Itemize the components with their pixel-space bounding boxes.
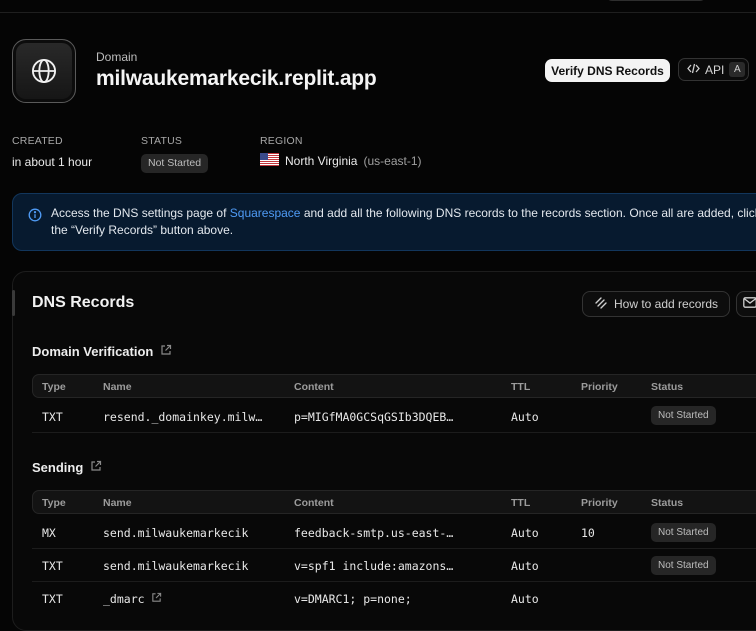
how-to-add-records-label: How to add records <box>614 297 719 311</box>
banner-message-line2: the “Verify Records” button above. <box>51 222 234 237</box>
sending-row1-content[interactable]: feedback-smtp.us-east-… <box>294 526 453 540</box>
sending-row2-name[interactable]: send.milwaukemarkecik <box>103 559 248 573</box>
api-shortcut-key: A <box>729 62 746 77</box>
dns-records-panel <box>12 271 756 631</box>
sending-row2-status-badge: Not Started <box>651 556 716 575</box>
sending-row1-status-badge: Not Started <box>651 523 716 542</box>
sending-row3-ttl: Auto <box>511 592 539 606</box>
dv-row1-content[interactable]: p=MIGfMA0GCSqGSIb3DQEB… <box>294 410 453 424</box>
dv-row1-name[interactable]: resend._domainkey.milw… <box>103 410 262 424</box>
how-to-add-records-button[interactable]: How to add records <box>582 291 730 317</box>
col-content: Content <box>294 497 334 509</box>
dv-row1-ttl: Auto <box>511 410 539 424</box>
sending-row1-type: MX <box>42 526 56 540</box>
col-type: Type <box>42 381 66 393</box>
col-status: Status <box>651 381 684 393</box>
external-link-icon[interactable] <box>90 460 102 475</box>
squarespace-logo-icon <box>594 296 607 312</box>
page-eyebrow: Domain <box>96 50 138 64</box>
sending-row3-type: TXT <box>42 592 63 606</box>
mail-icon <box>743 295 756 313</box>
col-content: Content <box>294 381 334 393</box>
verify-dns-records-button[interactable]: Verify DNS Records <box>545 59 670 82</box>
region-code: (us-east-1) <box>363 154 422 168</box>
sending-row3-name[interactable]: _dmarc <box>103 592 162 606</box>
row-divider <box>32 548 756 549</box>
col-priority: Priority <box>581 497 618 509</box>
top-divider <box>0 12 756 13</box>
info-icon <box>28 208 42 227</box>
col-status: Status <box>651 497 684 509</box>
row-divider <box>32 432 756 433</box>
squarespace-link[interactable]: Squarespace <box>230 206 301 220</box>
sending-row2-ttl: Auto <box>511 559 539 573</box>
table-header <box>32 490 756 514</box>
col-priority: Priority <box>581 381 618 393</box>
dns-records-title: DNS Records <box>32 294 135 311</box>
region-label: REGION <box>260 135 303 147</box>
table-header <box>32 374 756 398</box>
api-button-label: API <box>705 62 725 77</box>
sending-row2-type: TXT <box>42 559 63 573</box>
us-flag-icon <box>260 153 279 169</box>
dv-row1-type: TXT <box>42 410 63 424</box>
col-ttl: TTL <box>511 497 531 509</box>
sending-row1-name[interactable]: send.milwaukemarkecik <box>103 526 248 540</box>
external-link-icon[interactable] <box>151 592 162 606</box>
top-button-edge[interactable] <box>606 0 706 1</box>
dv-row1-status-badge: Not Started <box>651 406 716 425</box>
status-badge: Not Started <box>141 153 209 173</box>
sending-row3-content[interactable]: v=DMARC1; p=none; <box>294 592 412 606</box>
row-divider <box>32 581 756 582</box>
col-name: Name <box>103 381 132 393</box>
sending-row2-content[interactable]: v=spf1 include:amazons… <box>294 559 453 573</box>
created-value: in about 1 hour <box>12 155 93 169</box>
region-name: North Virginia <box>285 154 358 168</box>
col-name: Name <box>103 497 132 509</box>
page-title: milwaukemarkecik.replit.app <box>96 67 377 90</box>
col-ttl: TTL <box>511 381 531 393</box>
sending-row1-ttl: Auto <box>511 526 539 540</box>
api-button[interactable]: API A <box>678 58 749 81</box>
created-label: CREATED <box>12 135 63 147</box>
sending-heading: Sending <box>32 460 102 475</box>
email-instructions-button[interactable] <box>736 291 756 317</box>
region-value: North Virginia (us-east-1) <box>260 153 422 169</box>
external-link-icon[interactable] <box>160 344 172 359</box>
domain-verification-heading: Domain Verification <box>32 344 172 359</box>
status-label: STATUS <box>141 135 183 147</box>
code-icon <box>687 63 700 77</box>
panel-edge-marker <box>12 290 15 316</box>
sending-row1-priority: 10 <box>581 526 595 540</box>
col-type: Type <box>42 497 66 509</box>
banner-message: Access the DNS settings page of Squaresp… <box>51 206 756 237</box>
domain-globe-icon <box>12 39 76 103</box>
